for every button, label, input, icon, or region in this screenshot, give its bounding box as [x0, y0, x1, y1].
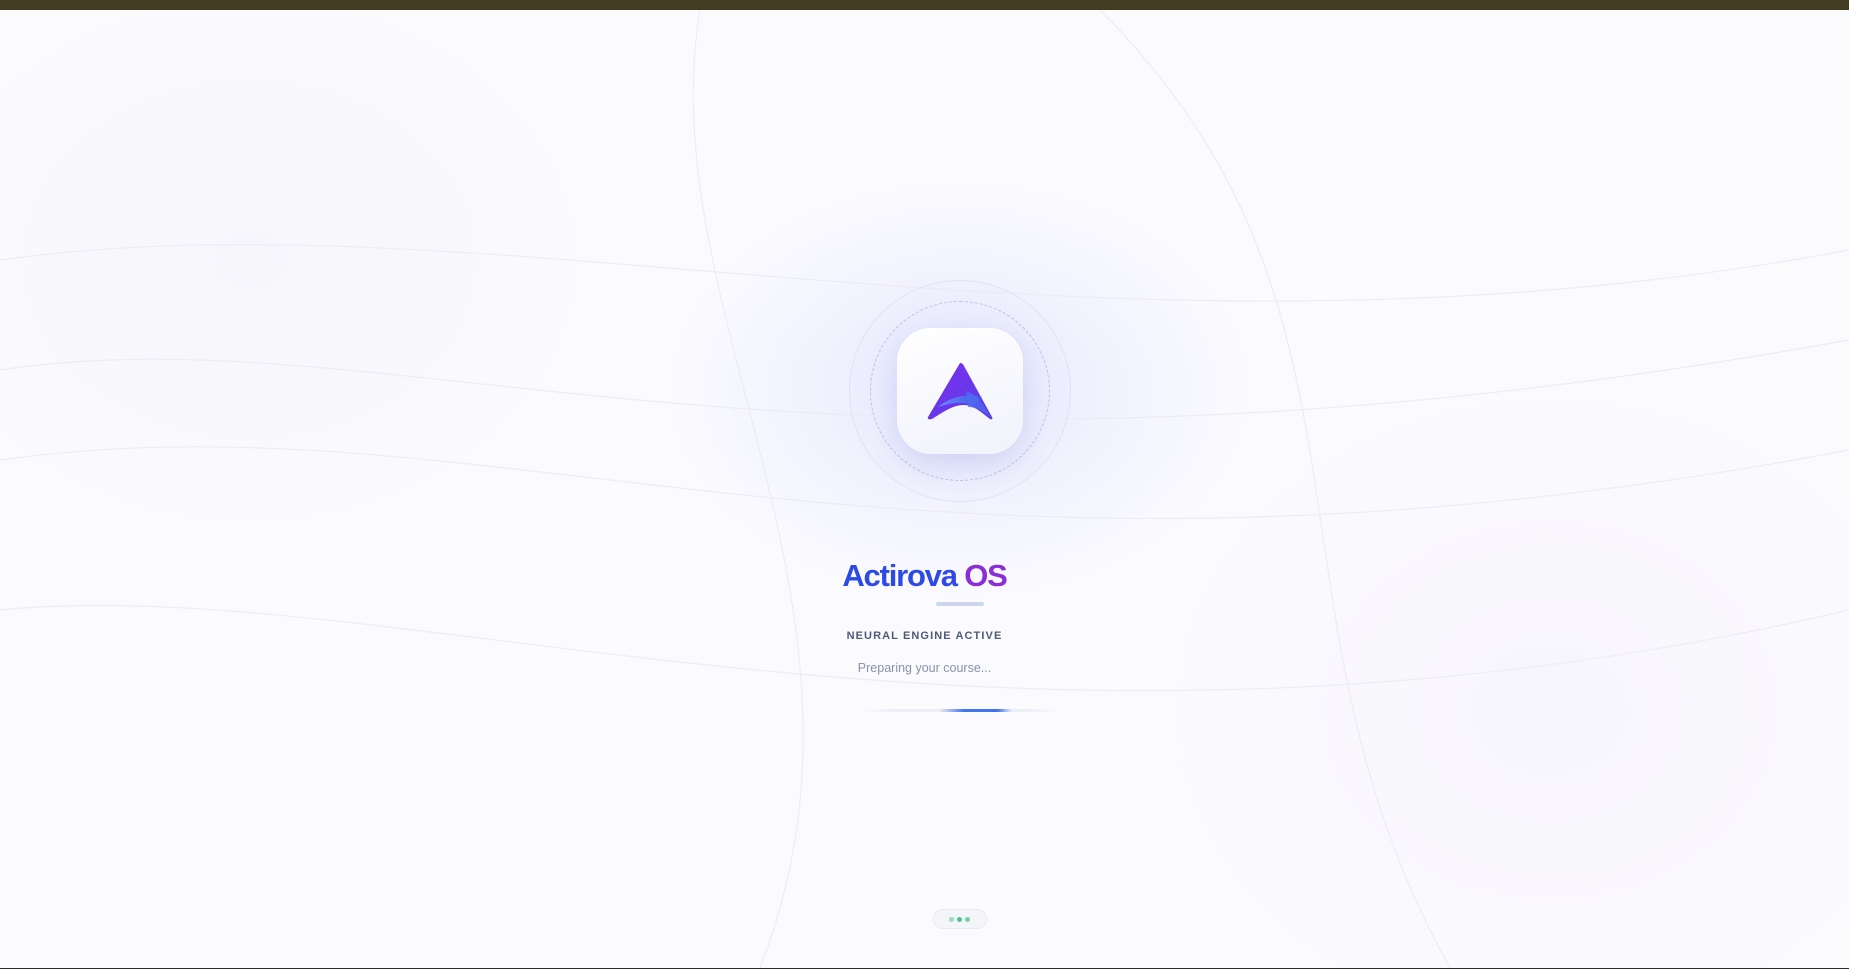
loading-dot [957, 917, 962, 922]
brand-title: Actirova OS [0, 556, 1849, 596]
actirova-a-logo-icon [927, 363, 993, 420]
title-divider [936, 602, 984, 606]
window-top-bar [0, 0, 1849, 10]
loading-message: Preparing your course... [857, 661, 992, 675]
loading-dot [949, 917, 954, 922]
loading-progress-fill [939, 709, 1013, 712]
engine-status-label: NEURAL ENGINE ACTIVE [846, 630, 1003, 642]
loading-dot [965, 917, 970, 922]
three-dots-loading-icon [933, 909, 987, 929]
brand-suffix: OS [964, 558, 1008, 593]
logo-emblem [849, 280, 1071, 502]
splash-screen: Actirova OS NEURAL ENGINE ACTIVE Prepari… [0, 10, 1849, 968]
loading-progress-bar [864, 709, 1057, 712]
logo-tile [897, 328, 1023, 454]
brand-name: Actirova [842, 558, 958, 593]
